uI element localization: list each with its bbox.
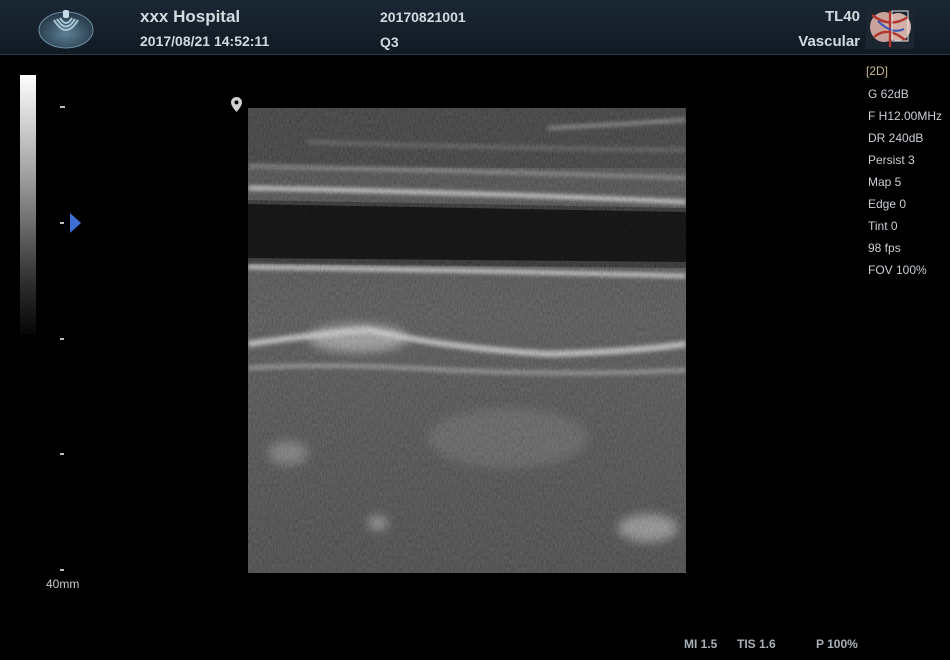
- param-fov: FOV 100%: [868, 263, 927, 277]
- param-frequency: F H12.00MHz: [868, 109, 943, 123]
- depth-tick: [60, 106, 65, 108]
- param-gain: G 62dB: [868, 87, 909, 101]
- hospital-name: xxx Hospital: [140, 7, 241, 26]
- patient-id: 20170821001: [380, 9, 466, 25]
- param-frame-rate: 98 fps: [868, 241, 901, 255]
- depth-label: 40mm: [46, 577, 80, 591]
- probe-name: TL40: [824, 8, 860, 25]
- vascular-preset-thumbnail-icon[interactable]: [866, 7, 914, 49]
- mechanical-index: MI 1.5: [684, 637, 718, 651]
- depth-tick: [60, 569, 64, 571]
- exam-id: Q3: [380, 34, 399, 50]
- depth-tick: [60, 222, 64, 224]
- param-persistence: Persist 3: [868, 153, 915, 167]
- param-edge: Edge 0: [868, 197, 907, 211]
- focus-marker-icon[interactable]: [70, 213, 81, 233]
- acoustic-power: P 100%: [816, 637, 858, 651]
- exam-datetime: 2017/08/21 14:52:11: [140, 33, 270, 49]
- parameter-panel: [2D] G 62dB F H12.00MHz DR 240dB Persist…: [866, 62, 950, 282]
- ultrasound-logo-icon: [38, 10, 94, 49]
- preset-name: Vascular: [798, 33, 860, 50]
- imaging-mode-label: [2D]: [866, 64, 889, 78]
- location-pin-icon: [231, 97, 242, 112]
- param-dynamic-range: DR 240dB: [868, 131, 924, 145]
- depth-tick: [60, 453, 64, 455]
- grayscale-bar: [20, 75, 36, 335]
- ultrasound-image[interactable]: [248, 108, 686, 573]
- ultrasound-screen: xxx Hospital 2017/08/21 14:52:11 2017082…: [0, 0, 950, 660]
- thermal-index: TIS 1.6: [737, 637, 776, 651]
- header-bar: xxx Hospital 2017/08/21 14:52:11 2017082…: [0, 0, 950, 55]
- param-map: Map 5: [868, 175, 902, 189]
- depth-tick: [60, 338, 64, 340]
- param-tint: Tint 0: [868, 219, 898, 233]
